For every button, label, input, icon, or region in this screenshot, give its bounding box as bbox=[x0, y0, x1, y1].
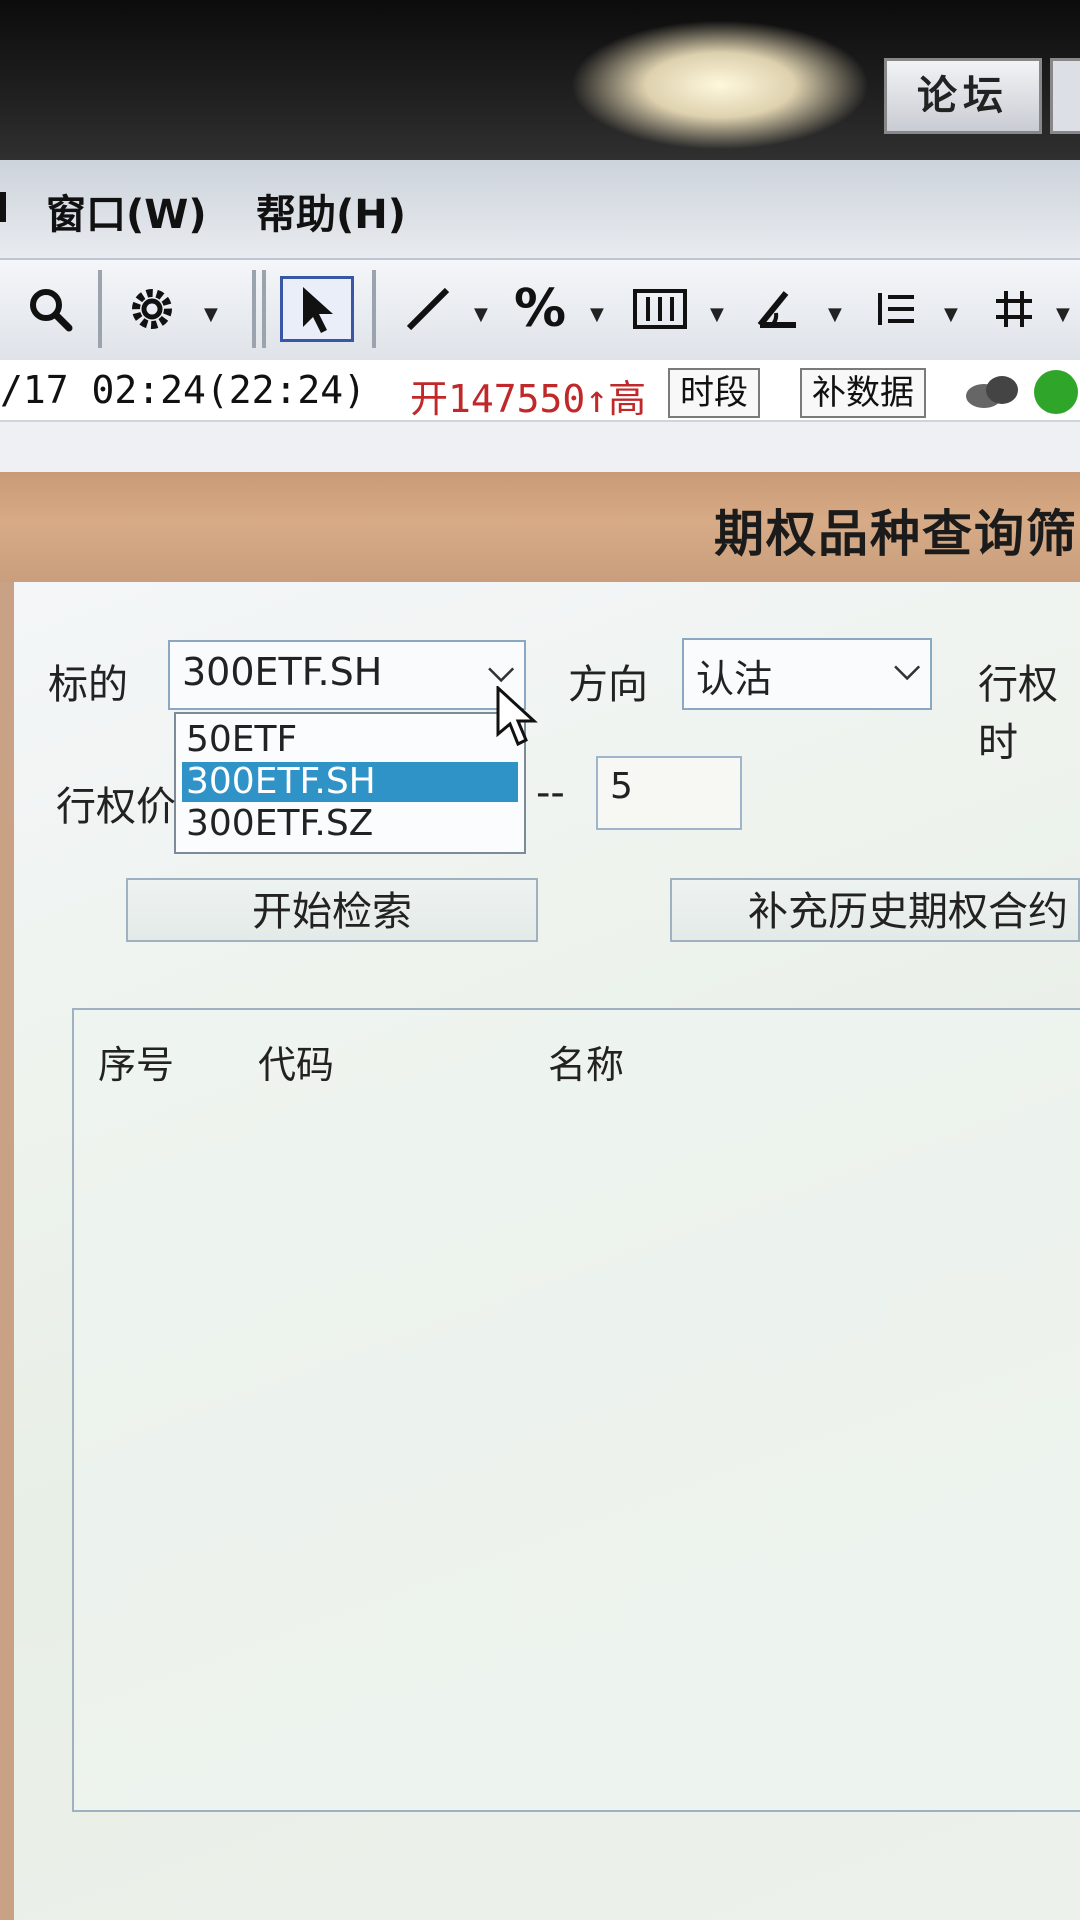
chevron-down-icon[interactable]: ▼ bbox=[474, 304, 488, 325]
chevron-down-icon[interactable]: ▼ bbox=[710, 304, 724, 325]
column-header-code[interactable]: 代码 bbox=[258, 1034, 334, 1089]
dialog-frame bbox=[0, 582, 14, 1920]
forum-button[interactable]: 论坛 bbox=[884, 58, 1042, 134]
column-header-index[interactable]: 序号 bbox=[98, 1034, 174, 1089]
chevron-down-icon[interactable]: ▼ bbox=[944, 304, 958, 325]
strike-max-field[interactable]: 5 bbox=[596, 756, 742, 830]
bar-icon[interactable] bbox=[628, 276, 692, 342]
titlebar-edge bbox=[1050, 58, 1080, 134]
list-icon[interactable] bbox=[866, 276, 926, 342]
results-table[interactable] bbox=[72, 1008, 1080, 1812]
fill-data-button[interactable]: 补数据 bbox=[800, 368, 926, 418]
exercise-time-label: 行权时 bbox=[978, 662, 1058, 766]
connection-status-icon[interactable] bbox=[1034, 370, 1078, 414]
menu-clipped-fragment bbox=[0, 192, 6, 222]
chevron-down-icon[interactable]: ▼ bbox=[1056, 304, 1070, 325]
chevron-down-icon[interactable]: ▼ bbox=[828, 304, 842, 325]
direction-select-value: 认沽 bbox=[696, 657, 773, 701]
underlying-select[interactable]: 300ETF.SH ⌵ bbox=[168, 640, 526, 710]
grid-icon[interactable] bbox=[984, 276, 1044, 342]
menu-window[interactable]: 窗口(W) bbox=[46, 182, 207, 240]
toolbar-separator bbox=[98, 270, 102, 348]
workspace-background bbox=[0, 422, 1080, 472]
dropdown-option-selected[interactable]: 300ETF.SH bbox=[182, 762, 518, 802]
pointer-icon[interactable] bbox=[280, 276, 354, 342]
period-button[interactable]: 时段 bbox=[668, 368, 760, 418]
chevron-down-icon[interactable]: ⌵ bbox=[894, 648, 920, 688]
underlying-select-value: 300ETF.SH bbox=[182, 650, 383, 694]
chevron-down-icon[interactable]: ⌵ bbox=[488, 650, 514, 690]
column-header-name[interactable]: 名称 bbox=[548, 1034, 624, 1089]
menu-help[interactable]: 帮助(H) bbox=[256, 182, 406, 240]
status-open-price: 开147550↑高 bbox=[410, 377, 647, 421]
line-icon[interactable] bbox=[398, 276, 458, 342]
mouse-cursor-icon bbox=[494, 684, 542, 754]
strike-label: 行权价 bbox=[56, 784, 176, 830]
start-search-button[interactable]: 开始检索 bbox=[126, 878, 538, 942]
range-separator: -- bbox=[536, 770, 565, 816]
toolbar-separator bbox=[252, 270, 256, 348]
percent-icon[interactable]: % bbox=[510, 276, 570, 342]
supplement-history-button[interactable]: 补充历史期权合约 bbox=[670, 878, 1080, 942]
dropdown-option[interactable]: 50ETF bbox=[182, 720, 518, 760]
search-icon[interactable] bbox=[20, 276, 80, 342]
cloud-icon[interactable] bbox=[962, 372, 1028, 412]
screen-glare bbox=[570, 20, 870, 150]
toolbar-separator bbox=[372, 270, 376, 348]
chevron-down-icon[interactable]: ▼ bbox=[204, 304, 218, 325]
chevron-down-icon[interactable]: ▼ bbox=[590, 304, 604, 325]
underlying-label: 标的 bbox=[48, 662, 128, 708]
dropdown-option[interactable]: 300ETF.SZ bbox=[182, 804, 518, 844]
dialog-title: 期权品种查询筛 bbox=[714, 505, 1078, 563]
gear-icon[interactable] bbox=[120, 276, 184, 342]
direction-label: 方向 bbox=[568, 662, 648, 708]
toolbar-separator bbox=[262, 270, 266, 348]
underlying-dropdown-list: 50ETF 300ETF.SH 300ETF.SZ bbox=[174, 712, 526, 854]
direction-select[interactable]: 认沽 ⌵ bbox=[682, 638, 932, 710]
status-time: /17 02:24(22:24) bbox=[0, 368, 367, 412]
angle-icon[interactable] bbox=[748, 276, 808, 342]
